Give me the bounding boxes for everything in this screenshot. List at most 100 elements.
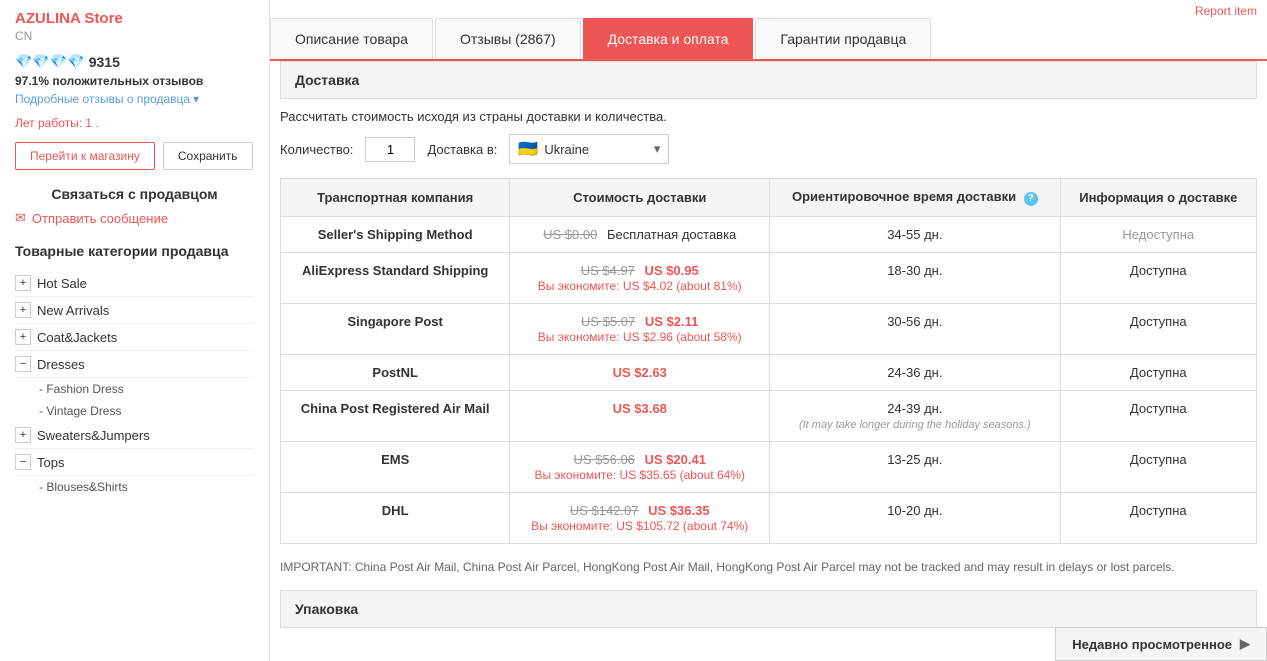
avail-cell: Доступна	[1060, 304, 1256, 355]
table-header-row: Транспортная компания Стоимость доставки…	[281, 179, 1257, 217]
store-name[interactable]: AZULINA Store	[15, 10, 254, 27]
price-cell: US $142.07 US $36.35 Вы экономите: US $1…	[510, 493, 770, 544]
table-row: Singapore Post US $5.07 US $2.11 Вы экон…	[281, 304, 1257, 355]
sidebar-item-tops[interactable]: − Tops	[15, 449, 254, 476]
sidebar: AZULINA Store CN 💎💎💎💎 9315 97.1% положит…	[0, 0, 270, 661]
main-content: Report item Описание товара Отзывы (2867…	[270, 0, 1267, 661]
go-to-store-button[interactable]: Перейти к магазину	[15, 142, 155, 170]
availability-status: Доступна	[1130, 263, 1187, 278]
tab-delivery[interactable]: Доставка и оплата	[583, 18, 754, 59]
avail-cell: Доступна	[1060, 253, 1256, 304]
report-item-link[interactable]: Report item	[270, 0, 1267, 18]
quantity-row: Количество: Доставка в: 🇺🇦 Ukraine ▾	[280, 134, 1257, 164]
rating-row: 💎💎💎💎 9315	[15, 53, 254, 70]
sidebar-subitem-blouses-shirts[interactable]: - Blouses&Shirts	[15, 476, 254, 498]
availability-status: Доступна	[1130, 503, 1187, 518]
cat-toggle-dresses[interactable]: −	[15, 356, 31, 372]
price-old: US $0.00	[543, 227, 597, 242]
help-icon[interactable]: ?	[1024, 192, 1038, 206]
cat-toggle-coat-jackets[interactable]: +	[15, 329, 31, 345]
price-new: US $36.35	[648, 503, 709, 518]
table-row: PostNL US $2.63 24-36 дн. Доступна	[281, 355, 1257, 391]
availability-status: Недоступна	[1122, 227, 1194, 242]
store-country: CN	[15, 29, 254, 43]
availability-status: Доступна	[1130, 452, 1187, 467]
company-cell: DHL	[281, 493, 510, 544]
tab-description[interactable]: Описание товара	[270, 18, 433, 59]
diamond-icons: 💎💎💎💎	[15, 53, 85, 70]
save-text: Вы экономите: US $4.02 (about 81%)	[538, 279, 742, 293]
shipping-table: Транспортная компания Стоимость доставки…	[280, 178, 1257, 544]
avail-cell: Доступна	[1060, 391, 1256, 442]
price-new: US $0.95	[645, 263, 699, 278]
price-cell: US $4.97 US $0.95 Вы экономите: US $4.02…	[510, 253, 770, 304]
price-old: US $5.07	[581, 314, 635, 329]
sidebar-subitem-fashion-dress[interactable]: - Fashion Dress	[15, 378, 254, 400]
cat-toggle-tops[interactable]: −	[15, 454, 31, 470]
dest-label: Доставка в:	[427, 142, 497, 157]
positive-percent: 97.1% положительных отзывов	[15, 74, 254, 88]
cat-toggle-sweaters[interactable]: +	[15, 427, 31, 443]
send-message-link[interactable]: ✉ Отправить сообщение	[15, 210, 254, 226]
sidebar-item-label: Coat&Jackets	[37, 330, 117, 345]
save-text: Вы экономите: US $105.72 (about 74%)	[531, 519, 748, 533]
avail-cell: Доступна	[1060, 493, 1256, 544]
email-icon: ✉	[15, 210, 26, 226]
table-row: EMS US $56.06 US $20.41 Вы экономите: US…	[281, 442, 1257, 493]
recently-viewed-label: Недавно просмотренное	[1072, 637, 1232, 652]
rating-score: 9315	[89, 54, 120, 70]
sidebar-item-coat-jackets[interactable]: + Coat&Jackets	[15, 324, 254, 351]
seller-details-link[interactable]: Подробные отзывы о продавца ▾	[15, 92, 254, 106]
col-cost: Стоимость доставки	[510, 179, 770, 217]
availability-status: Доступна	[1130, 401, 1187, 416]
avail-cell: Доступна	[1060, 442, 1256, 493]
company-cell: Singapore Post	[281, 304, 510, 355]
price-cell: US $5.07 US $2.11 Вы экономите: US $2.96…	[510, 304, 770, 355]
sidebar-item-dresses[interactable]: − Dresses	[15, 351, 254, 378]
price-cell: US $56.06 US $20.41 Вы экономите: US $35…	[510, 442, 770, 493]
time-cell: 10-20 дн.	[770, 493, 1060, 544]
sidebar-item-sweaters-jumpers[interactable]: + Sweaters&Jumpers	[15, 422, 254, 449]
sidebar-item-hot-sale[interactable]: + Hot Sale	[15, 270, 254, 297]
availability-status: Доступна	[1130, 365, 1187, 380]
price-old: US $56.06	[573, 452, 634, 467]
tab-guarantee[interactable]: Гарантии продавца	[755, 18, 931, 59]
ukraine-flag-icon: 🇺🇦	[518, 139, 538, 159]
contact-seller-label: Связаться с продавцом	[15, 186, 254, 202]
qty-input[interactable]	[365, 137, 415, 162]
recently-viewed-button[interactable]: Недавно просмотренное ▶	[1055, 627, 1267, 661]
delivery-section-header: Доставка	[280, 61, 1257, 99]
store-buttons: Перейти к магазину Сохранить	[15, 142, 254, 170]
time-cell: 24-39 дн. (It may take longer during the…	[770, 391, 1060, 442]
tab-reviews[interactable]: Отзывы (2867)	[435, 18, 581, 59]
save-text: Вы экономите: US $35.65 (about 64%)	[534, 468, 745, 482]
company-cell: AliExpress Standard Shipping	[281, 253, 510, 304]
sidebar-item-label: Sweaters&Jumpers	[37, 428, 150, 443]
col-company: Транспортная компания	[281, 179, 510, 217]
save-button[interactable]: Сохранить	[163, 142, 253, 170]
sidebar-item-new-arrivals[interactable]: + New Arrivals	[15, 297, 254, 324]
time-cell: 34-55 дн.	[770, 217, 1060, 253]
chevron-down-icon: ▾	[193, 92, 199, 106]
price-cell: US $2.63	[510, 355, 770, 391]
dest-select[interactable]: 🇺🇦 Ukraine ▾	[509, 134, 669, 164]
company-cell: Seller's Shipping Method	[281, 217, 510, 253]
chevron-right-icon: ▶	[1240, 636, 1250, 652]
table-row: DHL US $142.07 US $36.35 Вы экономите: U…	[281, 493, 1257, 544]
col-time: Ориентировочное время доставки ?	[770, 179, 1060, 217]
availability-status: Доступна	[1130, 314, 1187, 329]
sidebar-item-label: Dresses	[37, 357, 85, 372]
categories-title: Товарные категории продавца	[15, 242, 254, 260]
company-cell: EMS	[281, 442, 510, 493]
time-cell: 13-25 дн.	[770, 442, 1060, 493]
years-row: Лет работы: 1 .	[15, 116, 254, 130]
free-label: Бесплатная доставка	[607, 227, 736, 242]
table-row: AliExpress Standard Shipping US $4.97 US…	[281, 253, 1257, 304]
sidebar-subitem-vintage-dress[interactable]: - Vintage Dress	[15, 400, 254, 422]
company-cell: PostNL	[281, 355, 510, 391]
avail-cell: Доступна	[1060, 355, 1256, 391]
sidebar-item-label: Tops	[37, 455, 64, 470]
cat-toggle-new-arrivals[interactable]: +	[15, 302, 31, 318]
cat-toggle-hot-sale[interactable]: +	[15, 275, 31, 291]
sidebar-item-label: New Arrivals	[37, 303, 109, 318]
